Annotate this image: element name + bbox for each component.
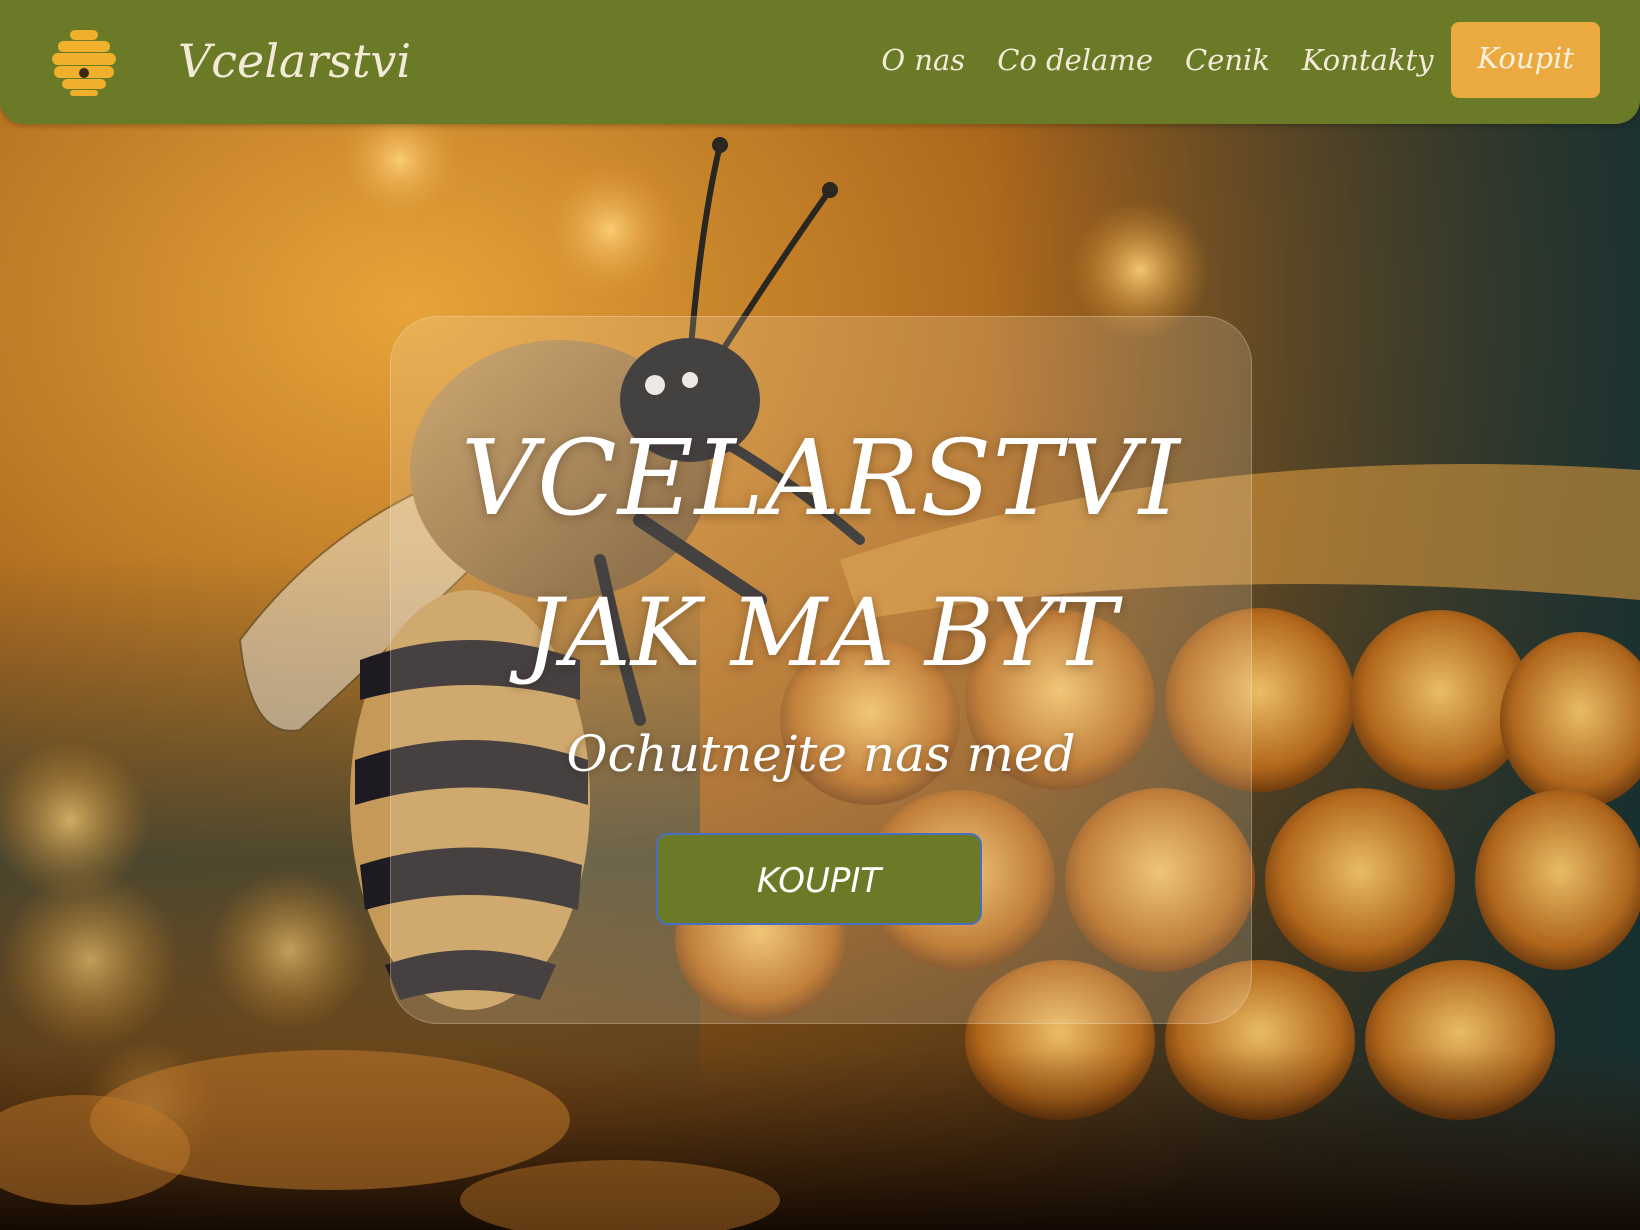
hero-card: VCELARSTVI JAK MA BYT Ochutnejte nas med… [390, 316, 1252, 1024]
hero-title-line-1: VCELARSTVI [461, 417, 1181, 539]
hero-title-line-2: JAK MA BYT [525, 579, 1117, 688]
brand-name[interactable]: Vcelarstvi [178, 34, 411, 88]
site-header: Vcelarstvi O nas Co delame Cenik Kontakt… [0, 0, 1640, 124]
nav-link-kontakty[interactable]: Kontakty [1302, 43, 1434, 77]
hero-buy-button[interactable]: KOUPIT [656, 833, 982, 925]
header-buy-button[interactable]: Koupit [1451, 22, 1600, 98]
page: Vcelarstvi O nas Co delame Cenik Kontakt… [0, 0, 1640, 1230]
main-nav: O nas Co delame Cenik Kontakty Koupit [849, 22, 1600, 98]
nav-link-co-delame[interactable]: Co delame [997, 43, 1153, 77]
nav-link-o-nas[interactable]: O nas [881, 43, 965, 77]
beehive-icon[interactable] [48, 26, 120, 98]
hero-subtitle: Ochutnejte nas med [566, 725, 1076, 783]
nav-link-cenik[interactable]: Cenik [1185, 43, 1270, 77]
